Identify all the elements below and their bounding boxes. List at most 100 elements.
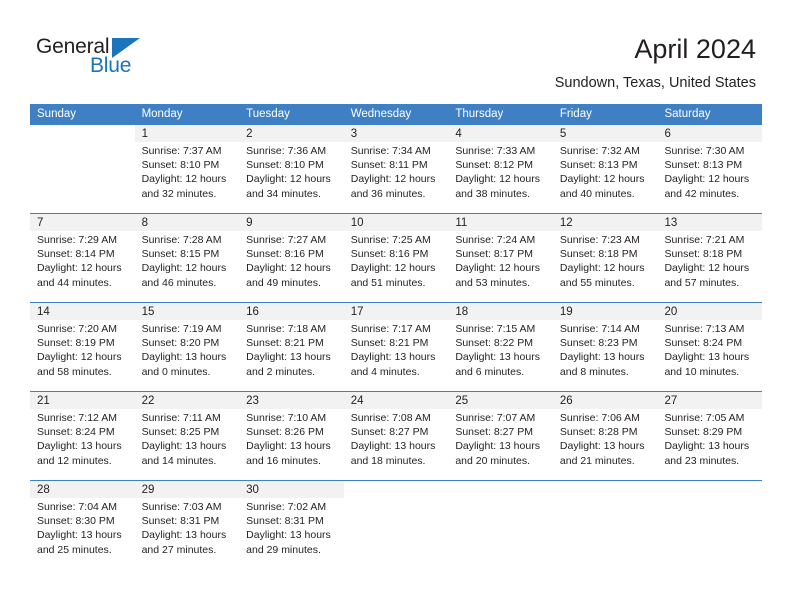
day-details: Sunrise: 7:08 AM Sunset: 8:27 PM Daylight:… (344, 409, 449, 468)
sunrise-text: Sunrise: 7:37 AM (141, 145, 222, 157)
calendar-week-cells: 7 Sunrise: 7:29 AM Sunset: 8:14 PM Daylight… (30, 214, 763, 302)
day-cell[interactable]: 5 Sunrise: 7:32 AM Sunset: 8:13 PM Daylight… (552, 125, 658, 213)
day-cell[interactable]: 17 Sunrise: 7:17 AM Sunset: 8:21 PM Dayligh… (343, 303, 449, 391)
day-cell[interactable]: 14 Sunrise: 7:20 AM Sunset: 8:19 PM Dayligh… (30, 303, 135, 391)
day-cell[interactable]: 2 Sunrise: 7:36 AM Sunset: 8:10 PM Daylight… (239, 125, 344, 213)
day-cell[interactable]: 10 Sunrise: 7:25 AM Sunset: 8:16 PM Dayligh… (343, 214, 449, 302)
daylight-text-line1: Daylight: 13 hours (37, 440, 122, 453)
day-cell[interactable]: 22 Sunrise: 7:11 AM Sunset: 8:25 PM Dayligh… (134, 392, 240, 480)
day-cell[interactable]: 9 Sunrise: 7:27 AM Sunset: 8:16 PM Daylight… (239, 214, 344, 302)
daylight-text-line2: and 34 minutes. (246, 187, 321, 200)
calendar-week-row: 7 Sunrise: 7:29 AM Sunset: 8:14 PM Daylight… (30, 213, 763, 302)
day-details: Sunrise: 7:23 AM Sunset: 8:18 PM Daylight:… (553, 231, 658, 290)
sunrise-text: Sunrise: 7:21 AM (664, 234, 745, 246)
daylight-text-line1: Daylight: 13 hours (455, 440, 540, 453)
day-number: 4 (448, 125, 553, 142)
daylight-text-line1: Daylight: 13 hours (559, 351, 645, 364)
daylight-text-line1: Daylight: 12 hours (141, 173, 227, 186)
day-cell[interactable]: 13 Sunrise: 7:21 AM Sunset: 8:18 PM Dayligh… (657, 214, 763, 302)
day-number: 8 (134, 214, 240, 231)
day-cell[interactable]: 21 Sunrise: 7:12 AM Sunset: 8:24 PM Dayligh… (30, 392, 135, 480)
day-number: 22 (134, 392, 240, 409)
sunrise-text: Sunrise: 7:13 AM (664, 323, 745, 335)
daylight-text-line2: and 18 minutes. (350, 454, 426, 467)
calendar-week-cells: 14 Sunrise: 7:20 AM Sunset: 8:19 PM Dayligh… (30, 303, 763, 391)
page-header: General Blue April 2024 Sundown, Texas, … (0, 0, 792, 104)
daylight-text-line1: Daylight: 12 hours (559, 173, 645, 186)
sunset-text: Sunset: 8:17 PM (455, 248, 533, 261)
brand-name-blue: Blue (90, 54, 132, 77)
sunrise-text: Sunrise: 7:20 AM (37, 323, 117, 335)
calendar-week-row: 28 Sunrise: 7:04 AM Sunset: 8:30 PM Dayligh… (30, 480, 762, 569)
day-cell[interactable]: 6 Sunrise: 7:30 AM Sunset: 8:13 PM Daylight… (657, 125, 763, 213)
day-cell[interactable]: 24 Sunrise: 7:08 AM Sunset: 8:27 PM Dayligh… (343, 392, 449, 480)
weekday-header-saturday: Saturday (664, 108, 711, 120)
day-cell[interactable]: 15 Sunrise: 7:19 AM Sunset: 8:20 PM Dayligh… (134, 303, 240, 391)
day-cell[interactable]: 25 Sunrise: 7:07 AM Sunset: 8:27 PM Dayligh… (448, 392, 553, 480)
day-number: 5 (552, 125, 658, 142)
daylight-text-line1: Daylight: 13 hours (350, 351, 436, 364)
daylight-text-line1: Daylight: 13 hours (350, 440, 436, 453)
day-cell[interactable]: 20 Sunrise: 7:13 AM Sunset: 8:24 PM Dayligh… (657, 303, 763, 391)
calendar-grid: Sunday Monday Tuesday Wednesday Thursday… (30, 104, 763, 569)
day-details: Sunrise: 7:03 AM Sunset: 8:31 PM Daylight:… (135, 498, 240, 557)
day-details: Sunrise: 7:36 AM Sunset: 8:10 PM Daylight:… (239, 142, 344, 201)
day-number: 13 (657, 214, 763, 231)
day-cell[interactable]: 3 Sunrise: 7:34 AM Sunset: 8:11 PM Daylight… (343, 125, 449, 213)
day-cell[interactable]: 12 Sunrise: 7:23 AM Sunset: 8:18 PM Dayligh… (552, 214, 658, 302)
day-cell[interactable]: 1 Sunrise: 7:37 AM Sunset: 8:10 PM Daylight… (134, 125, 240, 213)
day-details: Sunrise: 7:13 AM Sunset: 8:24 PM Daylight:… (657, 320, 762, 379)
day-cell[interactable]: 19 Sunrise: 7:14 AM Sunset: 8:23 PM Dayligh… (552, 303, 658, 391)
day-details: Sunrise: 7:11 AM Sunset: 8:25 PM Daylight:… (135, 409, 240, 468)
weekday-header-monday: Monday (141, 108, 183, 120)
day-cell[interactable]: 28 Sunrise: 7:04 AM Sunset: 8:30 PM Dayligh… (30, 481, 135, 569)
day-number: 18 (448, 303, 553, 320)
sunset-text: Sunset: 8:31 PM (141, 515, 220, 528)
daylight-text-line2: and 38 minutes. (455, 187, 531, 200)
calendar-week-cells: 1 Sunrise: 7:37 AM Sunset: 8:10 PM Daylight… (30, 125, 763, 213)
day-details: Sunrise: 7:25 AM Sunset: 8:16 PM Daylight:… (344, 231, 449, 290)
weekday-header-wednesday: Wednesday (350, 108, 412, 120)
day-cell[interactable]: 27 Sunrise: 7:05 AM Sunset: 8:29 PM Dayligh… (657, 392, 763, 480)
sunset-text: Sunset: 8:11 PM (350, 159, 428, 172)
calendar-weeks: 1 Sunrise: 7:37 AM Sunset: 8:10 PM Daylight… (30, 125, 763, 569)
daylight-text-line2: and 51 minutes. (350, 276, 426, 289)
daylight-text-line2: and 20 minutes. (455, 454, 531, 467)
sunrise-text: Sunrise: 7:02 AM (246, 501, 327, 513)
day-cell[interactable]: 23 Sunrise: 7:10 AM Sunset: 8:26 PM Dayligh… (239, 392, 344, 480)
sunrise-text: Sunrise: 7:06 AM (559, 412, 640, 424)
sunrise-text: Sunrise: 7:15 AM (455, 323, 536, 335)
daylight-text-line2: and 27 minutes. (141, 543, 217, 556)
daylight-text-line1: Daylight: 13 hours (246, 440, 331, 453)
brand-logo[interactable]: General Blue (36, 36, 166, 84)
day-cell[interactable]: 26 Sunrise: 7:06 AM Sunset: 8:28 PM Dayligh… (552, 392, 658, 480)
day-cell[interactable]: 18 Sunrise: 7:15 AM Sunset: 8:22 PM Dayligh… (448, 303, 553, 391)
day-cell[interactable]: 4 Sunrise: 7:33 AM Sunset: 8:12 PM Daylight… (448, 125, 553, 213)
daylight-text-line1: Daylight: 12 hours (455, 262, 540, 275)
weekday-header-thursday: Thursday (455, 108, 504, 120)
sunrise-text: Sunrise: 7:24 AM (455, 234, 536, 246)
calendar-week-row: 1 Sunrise: 7:37 AM Sunset: 8:10 PM Daylight… (30, 125, 763, 213)
day-cell[interactable]: 16 Sunrise: 7:18 AM Sunset: 8:21 PM Dayligh… (239, 303, 344, 391)
day-details: Sunrise: 7:15 AM Sunset: 8:22 PM Daylight:… (448, 320, 553, 379)
day-details: Sunrise: 7:29 AM Sunset: 8:14 PM Daylight:… (30, 231, 135, 290)
day-cell-empty (448, 481, 553, 569)
daylight-text-line1: Daylight: 12 hours (141, 262, 227, 275)
sunset-text: Sunset: 8:16 PM (350, 248, 429, 261)
day-cell[interactable]: 7 Sunrise: 7:29 AM Sunset: 8:14 PM Daylight… (30, 214, 135, 302)
day-details: Sunrise: 7:28 AM Sunset: 8:15 PM Daylight:… (135, 231, 240, 290)
day-cell[interactable]: 30 Sunrise: 7:02 AM Sunset: 8:31 PM Dayligh… (239, 481, 344, 569)
calendar-week-row: 14 Sunrise: 7:20 AM Sunset: 8:19 PM Dayligh… (30, 302, 763, 391)
daylight-text-line2: and 10 minutes. (664, 365, 740, 378)
sunset-text: Sunset: 8:21 PM (350, 337, 429, 350)
weekday-header-tuesday: Tuesday (246, 108, 290, 120)
weekday-header-sunday: Sunday (37, 108, 77, 120)
day-cell[interactable]: 29 Sunrise: 7:03 AM Sunset: 8:31 PM Dayligh… (134, 481, 240, 569)
daylight-text-line1: Daylight: 12 hours (350, 262, 436, 275)
day-cell[interactable]: 8 Sunrise: 7:28 AM Sunset: 8:15 PM Daylight… (134, 214, 240, 302)
day-cell[interactable]: 11 Sunrise: 7:24 AM Sunset: 8:17 PM Dayligh… (448, 214, 553, 302)
weekday-header-friday: Friday (559, 108, 592, 120)
sunrise-text: Sunrise: 7:29 AM (37, 234, 117, 246)
day-number: 19 (552, 303, 658, 320)
daylight-text-line2: and 4 minutes. (350, 365, 420, 378)
